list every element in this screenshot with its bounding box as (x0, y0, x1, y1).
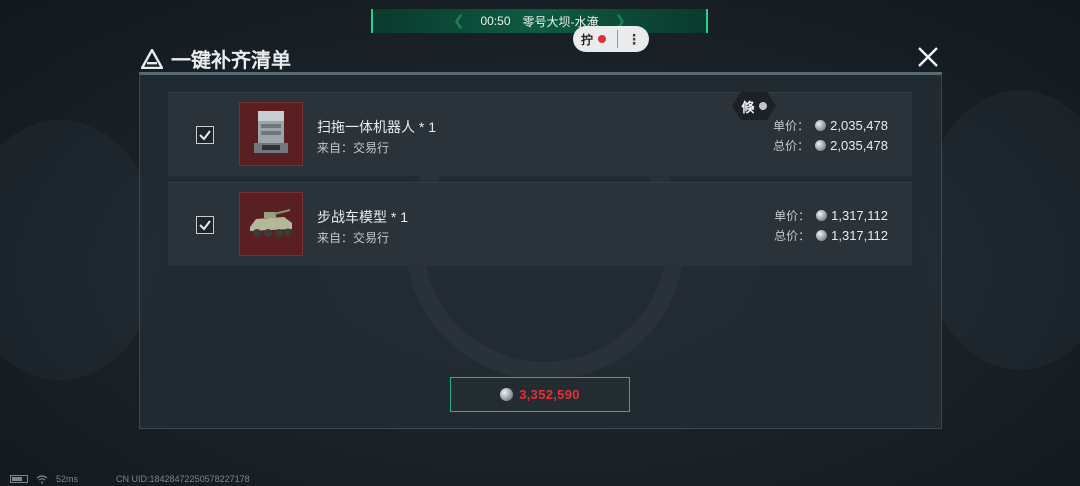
hex-badge-label: 倏 (741, 99, 755, 115)
confirm-purchase-button[interactable]: 3,352,590 (450, 377, 630, 412)
unit-price-value: 2,035,478 (830, 118, 888, 133)
total-price-value: 1,317,112 (831, 228, 888, 243)
background-shape-right (920, 90, 1080, 370)
checkmark-icon (199, 220, 211, 231)
total-price-row: 总价： 1,317,112 (774, 227, 888, 244)
checkmark-icon (199, 130, 211, 141)
close-icon (918, 47, 938, 67)
total-price-value: 2,035,478 (830, 138, 888, 153)
battery-icon (10, 475, 28, 483)
armored-vehicle-icon (250, 209, 292, 237)
status-bar: 52ms CN UID:18428472250578227178 (10, 474, 250, 484)
item-source: 来自：交易行 (317, 141, 390, 155)
wifi-icon (36, 474, 48, 483)
floating-hex-badge[interactable]: 倏 (732, 92, 776, 120)
background-shape-left (0, 120, 160, 380)
match-time: 00:50 (480, 14, 511, 28)
dialog-title-group: 一键补齐清单 (141, 44, 291, 73)
divider (617, 30, 619, 48)
record-pill[interactable]: 拧 ⋮ (573, 26, 649, 52)
unit-price-row: 单价： 1,317,112 (774, 207, 888, 224)
item-checkbox[interactable] (196, 126, 214, 144)
unit-price-label: 单价： (774, 209, 811, 223)
coin-icon (815, 140, 827, 151)
dot-icon (758, 102, 767, 110)
close-button[interactable] (915, 44, 941, 70)
total-cost-value: 3,352,590 (519, 387, 580, 402)
dialog-title: 一键补齐清单 (171, 50, 291, 72)
coin-icon (816, 210, 828, 221)
ping-value: 52ms (56, 474, 79, 484)
coin-icon (500, 388, 514, 401)
list-item[interactable]: 扫拖一体机器人 * 1 来自：交易行 单价： 2,035,478 总价： 2,0… (168, 92, 912, 176)
more-vertical-icon[interactable]: ⋮ (627, 32, 641, 46)
warning-triangle-icon (141, 48, 163, 69)
item-checkbox[interactable] (196, 216, 214, 234)
user-uid: CN UID:18428472250578227178 (116, 474, 250, 484)
item-name: 步战车模型 * 1 (317, 209, 409, 225)
total-price-label: 总价： (773, 139, 810, 153)
record-pill-label: 拧 (581, 32, 594, 47)
record-dot-icon (598, 35, 607, 43)
robot-vacuum-icon (254, 111, 288, 153)
dialog-header: 一键补齐清单 (135, 42, 945, 72)
item-name: 扫拖一体机器人 * 1 (317, 119, 437, 135)
item-source: 来自：交易行 (317, 231, 390, 245)
match-timer-bar: ❮ 00:50 零号大坝-水淹 ❯ (371, 9, 708, 33)
total-price-label: 总价： (774, 229, 811, 243)
item-thumbnail[interactable] (239, 102, 303, 166)
unit-price-row: 单价： 2,035,478 (773, 117, 888, 134)
total-price-row: 总价： 2,035,478 (773, 137, 888, 154)
coin-icon (816, 230, 828, 241)
unit-price-label: 单价： (773, 119, 810, 133)
coin-icon (815, 120, 827, 131)
list-item[interactable]: 步战车模型 * 1 来自：交易行 单价： 1,317,112 总价： 1,317… (168, 182, 912, 266)
chevron-left-icon: ❮ (453, 12, 465, 28)
item-thumbnail[interactable] (239, 192, 303, 256)
unit-price-value: 1,317,112 (831, 208, 888, 223)
